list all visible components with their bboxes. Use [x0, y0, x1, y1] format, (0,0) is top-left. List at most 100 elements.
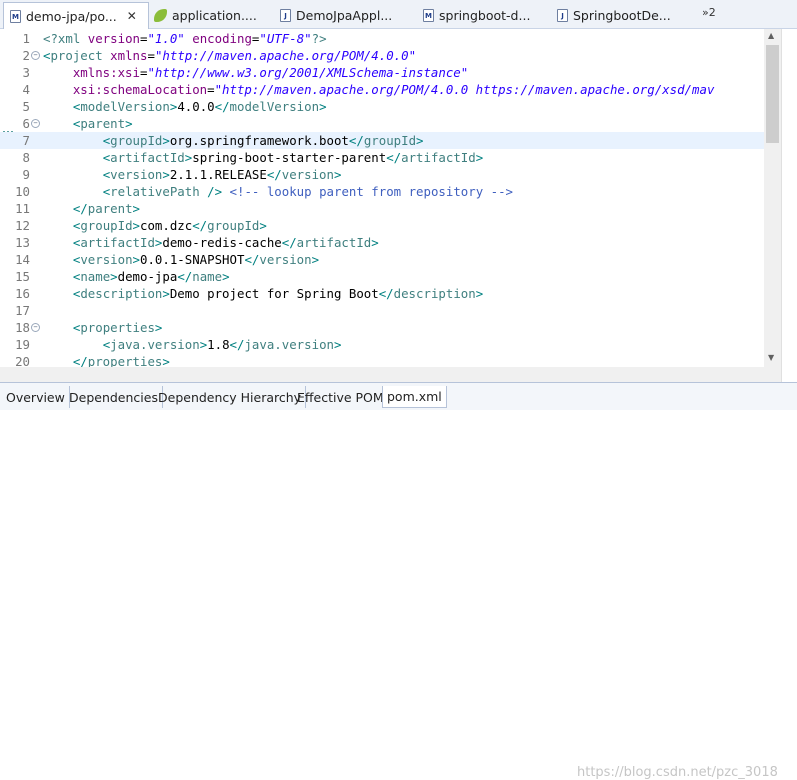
- tab-demo-jpa-pom[interactable]: M demo-jpa/po... ✕: [3, 2, 149, 29]
- code-line[interactable]: 5 <modelVersion>4.0.0</modelVersion>: [0, 98, 764, 115]
- tab-demo-jpa-application[interactable]: J DemoJpaAppl...: [280, 2, 408, 28]
- code-line[interactable]: 9 <version>2.1.1.RELEASE</version>: [0, 166, 764, 183]
- tab-application-properties[interactable]: application....: [154, 2, 268, 28]
- code-token: <?xml: [43, 31, 88, 46]
- code-text: <name>demo-jpa</name>: [43, 268, 230, 285]
- code-line[interactable]: 1 <?xml version="1.0" encoding="UTF-8"?>: [0, 30, 764, 47]
- code-line[interactable]: 4 xsi:schemaLocation="http://maven.apach…: [0, 81, 764, 98]
- code-text: <java.version>1.8</java.version>: [43, 336, 342, 353]
- code-token: "UTF-8": [259, 31, 312, 46]
- tab-springboot-pom[interactable]: M springboot-d...: [423, 2, 545, 28]
- tab-effective-pom[interactable]: Effective POM: [293, 386, 389, 408]
- java-file-icon: J: [557, 8, 568, 22]
- code-line[interactable]: 3 xmlns:xsi="http://www.w3.org/2001/XMLS…: [0, 64, 764, 81]
- fold-toggle-icon[interactable]: −: [31, 51, 40, 60]
- scroll-up-icon[interactable]: ▲: [768, 31, 774, 40]
- code-token: >: [475, 150, 484, 165]
- code-line[interactable]: 8 <artifactId>spring-boot-starter-parent…: [0, 149, 764, 166]
- code-line[interactable]: 13 <artifactId>demo-redis-cache</artifac…: [0, 234, 764, 251]
- code-token: >: [132, 201, 140, 216]
- tab-dependency-hierarchy[interactable]: Dependency Hierarchy: [154, 386, 307, 408]
- code-token: version: [281, 167, 334, 182]
- line-number: 6: [22, 116, 30, 131]
- vertical-scrollbar[interactable]: ▲ ▼: [764, 29, 781, 367]
- code-line[interactable]: 10 <relativePath /> <!-- lookup parent f…: [0, 183, 764, 200]
- code-token: "http://maven.apache.org/POM/4.0.0 https…: [214, 82, 715, 97]
- line-number: 15: [15, 269, 30, 284]
- code-token: version: [87, 31, 140, 46]
- code-token: >: [334, 337, 342, 352]
- code-token: "http://maven.apache.org/POM/4.0.0": [154, 48, 417, 63]
- code-line[interactable]: 19 <java.version>1.8</java.version>: [0, 336, 764, 353]
- overview-ruler: [781, 29, 797, 382]
- code-token: artifactId: [296, 235, 372, 250]
- code-text: xmlns:xsi="http://www.w3.org/2001/XMLSch…: [43, 64, 468, 81]
- line-number: 16: [15, 286, 30, 301]
- fold-toggle-icon[interactable]: −: [31, 323, 40, 332]
- tab-springboot-demo[interactable]: J SpringbootDe...: [557, 2, 687, 28]
- code-token: java.version: [244, 337, 334, 352]
- line-number: 4: [22, 82, 30, 97]
- line-number: 12: [15, 218, 30, 233]
- code-line[interactable]: 17: [0, 302, 764, 319]
- code-token: </: [266, 167, 282, 182]
- line-number: 13: [15, 235, 30, 250]
- code-line[interactable]: 18− <properties>: [0, 319, 764, 336]
- tab-overview[interactable]: Overview: [2, 386, 70, 408]
- code-token: groupId: [80, 218, 133, 233]
- tab-pom-xml[interactable]: pom.xml: [382, 386, 447, 408]
- xml-source-editor[interactable]: 1 <?xml version="1.0" encoding="UTF-8"?> 2…: [0, 29, 797, 382]
- code-token: 2.1.1.RELEASE: [169, 167, 267, 182]
- code-token: =: [147, 48, 155, 63]
- code-token: >: [319, 99, 327, 114]
- horizontal-scrollbar[interactable]: [0, 367, 764, 382]
- code-text: <parent>: [43, 115, 133, 132]
- tab-overflow-button[interactable]: »2: [702, 6, 716, 19]
- code-line[interactable]: 6− <parent>: [0, 115, 764, 132]
- code-line[interactable]: 16 <description>Demo project for Spring …: [0, 285, 764, 302]
- code-line[interactable]: 15 <name>demo-jpa</name>: [0, 268, 764, 285]
- code-line[interactable]: 7 <groupId>org.springframework.boot</gro…: [0, 132, 764, 149]
- code-token: org.springframework.boot: [169, 133, 349, 148]
- code-line[interactable]: 11 </parent>: [0, 200, 764, 217]
- tab-dependencies[interactable]: Dependencies: [65, 386, 163, 408]
- code-token: >: [371, 235, 379, 250]
- code-token: >: [162, 167, 170, 182]
- code-text: <modelVersion>4.0.0</modelVersion>: [43, 98, 327, 115]
- code-token: spring-boot-starter-parent: [192, 150, 387, 165]
- code-token: >: [416, 133, 424, 148]
- code-token: </: [244, 252, 260, 267]
- close-icon[interactable]: ✕: [127, 9, 137, 23]
- scroll-down-icon[interactable]: ▼: [768, 353, 774, 362]
- code-token: properties: [80, 320, 155, 335]
- code-token: artifactId: [80, 235, 155, 250]
- editor-tab-bar: M demo-jpa/po... ✕ application.... J Dem…: [0, 0, 797, 29]
- scroll-thumb[interactable]: [766, 45, 779, 143]
- code-token: 0.0.1-SNAPSHOT: [140, 252, 245, 267]
- code-token: <!-- lookup parent from repository -->: [229, 184, 514, 199]
- code-token: </: [378, 286, 394, 301]
- code-token: </: [348, 133, 364, 148]
- code-line[interactable]: 12 <groupId>com.dzc</groupId>: [0, 217, 764, 234]
- code-line[interactable]: 14 <version>0.0.1-SNAPSHOT</version>: [0, 251, 764, 268]
- code-token: groupId: [363, 133, 417, 148]
- code-text: <artifactId>spring-boot-starter-parent</…: [43, 149, 484, 166]
- fold-toggle-icon[interactable]: −: [31, 119, 40, 128]
- code-token: </: [281, 235, 297, 250]
- code-line[interactable]: 2− <project xmlns="http://maven.apache.or…: [0, 47, 764, 64]
- code-token: </: [229, 337, 245, 352]
- code-token: demo-redis-cache: [162, 235, 282, 250]
- tab-label: SpringbootDe...: [573, 7, 671, 23]
